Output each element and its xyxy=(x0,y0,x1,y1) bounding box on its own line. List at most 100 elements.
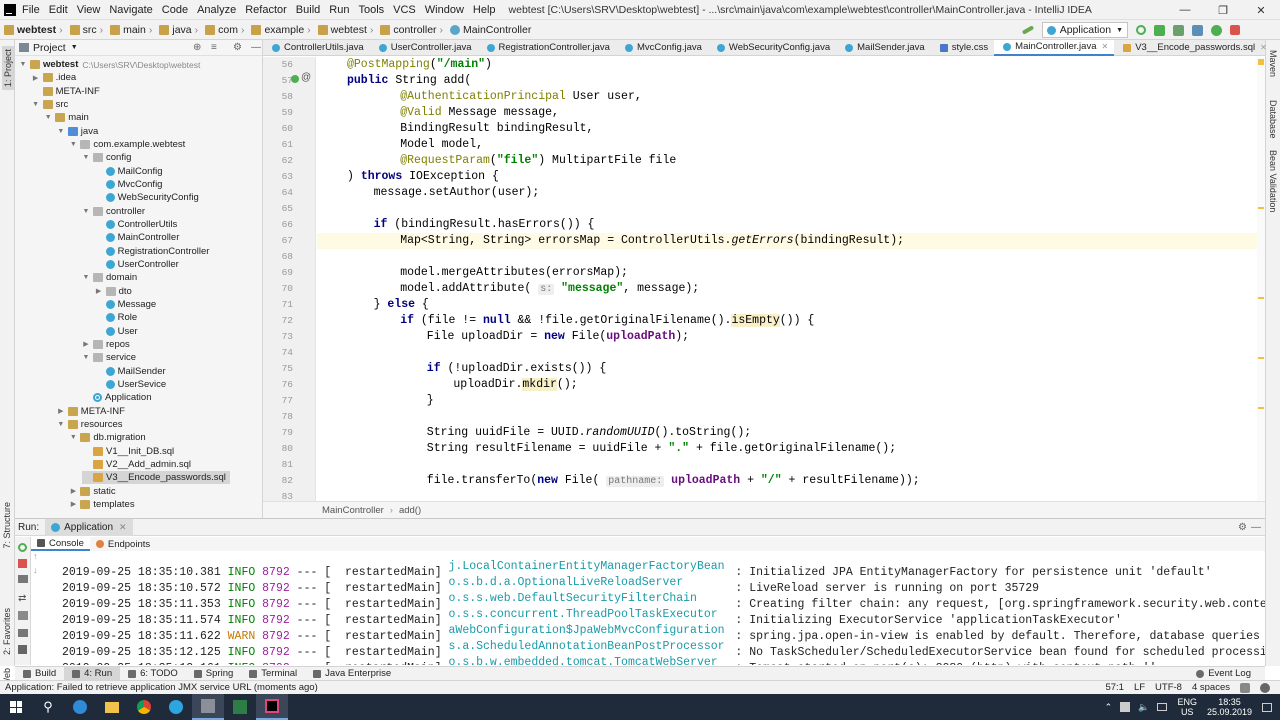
locate-icon[interactable]: ⊕ xyxy=(193,43,203,53)
caret-position[interactable]: 57:1 xyxy=(1105,682,1124,693)
favorites-tool-button[interactable]: 2: Favorites xyxy=(2,608,12,655)
edge-browser-icon[interactable] xyxy=(64,694,96,720)
close-icon[interactable]: ✕ xyxy=(1260,43,1267,52)
menu-item-build[interactable]: Build xyxy=(296,4,320,16)
tree-item[interactable]: ▼ controller xyxy=(82,205,146,218)
tree-item[interactable]: MailConfig xyxy=(95,165,162,178)
stop-icon[interactable] xyxy=(18,559,27,568)
chevron-right-icon[interactable]: ▶ xyxy=(95,287,103,295)
windows-start-icon[interactable] xyxy=(0,694,32,720)
language-indicator[interactable]: ENG US xyxy=(1177,697,1197,717)
menu-item-tools[interactable]: Tools xyxy=(358,4,384,16)
nav-crumb[interactable]: controller › xyxy=(380,24,446,36)
tree-item[interactable]: WebSecurityConfig xyxy=(95,191,199,204)
nav-crumb[interactable]: src › xyxy=(69,24,107,36)
menu-item-edit[interactable]: Edit xyxy=(49,4,68,16)
tree-item[interactable]: RegistrationController xyxy=(95,245,209,258)
tree-item[interactable]: Role xyxy=(95,311,137,324)
chevron-right-icon[interactable]: ▶ xyxy=(69,487,77,495)
error-stripe[interactable] xyxy=(1257,57,1265,501)
bean-gutter-icon[interactable] xyxy=(291,75,299,83)
nav-crumb[interactable]: java › xyxy=(159,24,201,36)
tree-item[interactable]: V1__Init_DB.sql xyxy=(82,445,174,458)
menu-item-view[interactable]: View xyxy=(77,4,101,16)
editor-tab[interactable]: UserController.java xyxy=(370,40,478,56)
tab-console[interactable]: Console xyxy=(31,537,90,551)
run-tab-application[interactable]: Application ✕ xyxy=(45,518,133,536)
tree-item[interactable]: ▼ java xyxy=(57,125,98,138)
tree-item[interactable]: MainController xyxy=(95,231,179,244)
battery-icon[interactable] xyxy=(1157,703,1168,711)
chevron-down-icon[interactable]: ▼ xyxy=(57,128,65,135)
tab-endpoints[interactable]: Endpoints xyxy=(90,537,156,551)
run-config-select[interactable]: Application ▼ xyxy=(1041,22,1128,38)
tree-item[interactable]: Application xyxy=(82,391,151,404)
gear-icon[interactable]: ⚙ xyxy=(233,43,243,53)
chevron-down-icon[interactable]: ▼ xyxy=(82,274,90,281)
run-with-icon[interactable] xyxy=(1211,24,1222,36)
status-message[interactable]: Application: Failed to retrieve applicat… xyxy=(5,682,318,693)
nav-crumb[interactable]: com › xyxy=(205,24,247,36)
tree-item[interactable]: Message xyxy=(95,298,156,311)
menu-item-analyze[interactable]: Analyze xyxy=(197,4,236,16)
print-icon[interactable] xyxy=(18,629,28,637)
tree-item[interactable]: UserSevice xyxy=(95,378,166,391)
tree-item[interactable]: ▶ META-INF xyxy=(57,405,125,418)
intellij-taskbar-icon[interactable] xyxy=(256,694,288,720)
close-icon[interactable]: ✕ xyxy=(119,522,127,533)
tree-item[interactable]: MailSender xyxy=(95,365,166,378)
editor-tab[interactable]: MailSender.java xyxy=(836,40,931,56)
chevron-down-icon[interactable]: ▼ xyxy=(44,114,52,121)
crumb-method[interactable]: add() xyxy=(399,505,421,516)
editor-tab[interactable]: style.css xyxy=(931,40,994,56)
chevron-down-icon[interactable]: ▼ xyxy=(57,421,65,428)
hide-icon[interactable]: — xyxy=(251,43,261,53)
tree-item[interactable]: V2__Add_admin.sql xyxy=(82,458,191,471)
menu-item-run[interactable]: Run xyxy=(329,4,349,16)
nav-crumb[interactable]: main › xyxy=(110,24,155,36)
database-tool-button[interactable]: Database xyxy=(1268,100,1278,139)
menu-item-file[interactable]: File xyxy=(22,4,40,16)
chevron-right-icon[interactable]: ▶ xyxy=(57,407,65,415)
volume-icon[interactable]: 🔈 xyxy=(1138,702,1149,713)
gear-icon[interactable]: ⚙ xyxy=(1238,522,1247,533)
chevron-down-icon[interactable]: ▼ xyxy=(82,154,90,161)
trash-icon[interactable] xyxy=(18,645,27,654)
tool-tab[interactable]: Java Enterprise xyxy=(305,667,399,681)
tree-item[interactable]: ▼ webtest C:\Users\SRV\Desktop\webtest xyxy=(19,58,201,71)
chevron-right-icon[interactable]: ▶ xyxy=(69,500,77,508)
menu-item-refactor[interactable]: Refactor xyxy=(245,4,287,16)
lock-icon[interactable] xyxy=(1240,682,1250,693)
tree-item[interactable]: ▶ .idea xyxy=(32,71,76,84)
telegram-icon[interactable] xyxy=(160,694,192,720)
chevron-down-icon[interactable]: ▼ xyxy=(69,434,77,441)
chevron-down-icon[interactable]: ▼ xyxy=(69,141,77,148)
crumb-class[interactable]: MainController xyxy=(322,505,384,516)
tree-item[interactable]: ▶ dto xyxy=(95,285,132,298)
menu-item-navigate[interactable]: Navigate xyxy=(109,4,152,16)
editor-tab[interactable]: ControllerUtils.java xyxy=(263,40,370,56)
scroll-up-icon[interactable]: ↑ xyxy=(33,551,38,561)
tool-tab[interactable]: Terminal xyxy=(241,667,305,681)
tree-item[interactable]: ▼ config xyxy=(82,151,132,164)
terminal-icon[interactable] xyxy=(224,694,256,720)
tree-item[interactable]: ▼ resources xyxy=(57,418,122,431)
project-panel-title[interactable]: Project xyxy=(33,42,66,54)
restore-icon[interactable]: ❐ xyxy=(1204,0,1242,20)
coverage-icon[interactable] xyxy=(1173,24,1184,36)
bean-validation-tool-button[interactable]: Bean Validation xyxy=(1268,150,1278,212)
rerun-icon[interactable] xyxy=(18,543,27,552)
nav-crumb[interactable]: example › xyxy=(251,24,313,36)
console-output[interactable]: ↑ ↓ 2019-09-25 18:35:10.381 INFO 8792 --… xyxy=(31,551,1265,665)
close-icon[interactable]: ✕ xyxy=(1102,42,1109,51)
clock[interactable]: 18:35 25.09.2019 xyxy=(1207,697,1252,717)
editor-tab[interactable]: WebSecurityConfig.java xyxy=(708,40,836,56)
nav-crumb[interactable]: webtest › xyxy=(4,24,66,36)
build-icon[interactable] xyxy=(1021,25,1034,35)
profile-icon[interactable] xyxy=(1192,24,1203,36)
tree-item[interactable]: META-INF xyxy=(32,85,100,98)
editor-tab[interactable]: RegistrationController.java xyxy=(478,40,616,56)
inspector-icon[interactable] xyxy=(1260,682,1270,693)
restore-layout-icon[interactable]: ⇄ xyxy=(18,593,26,604)
nav-crumb[interactable]: MainController xyxy=(450,24,531,36)
